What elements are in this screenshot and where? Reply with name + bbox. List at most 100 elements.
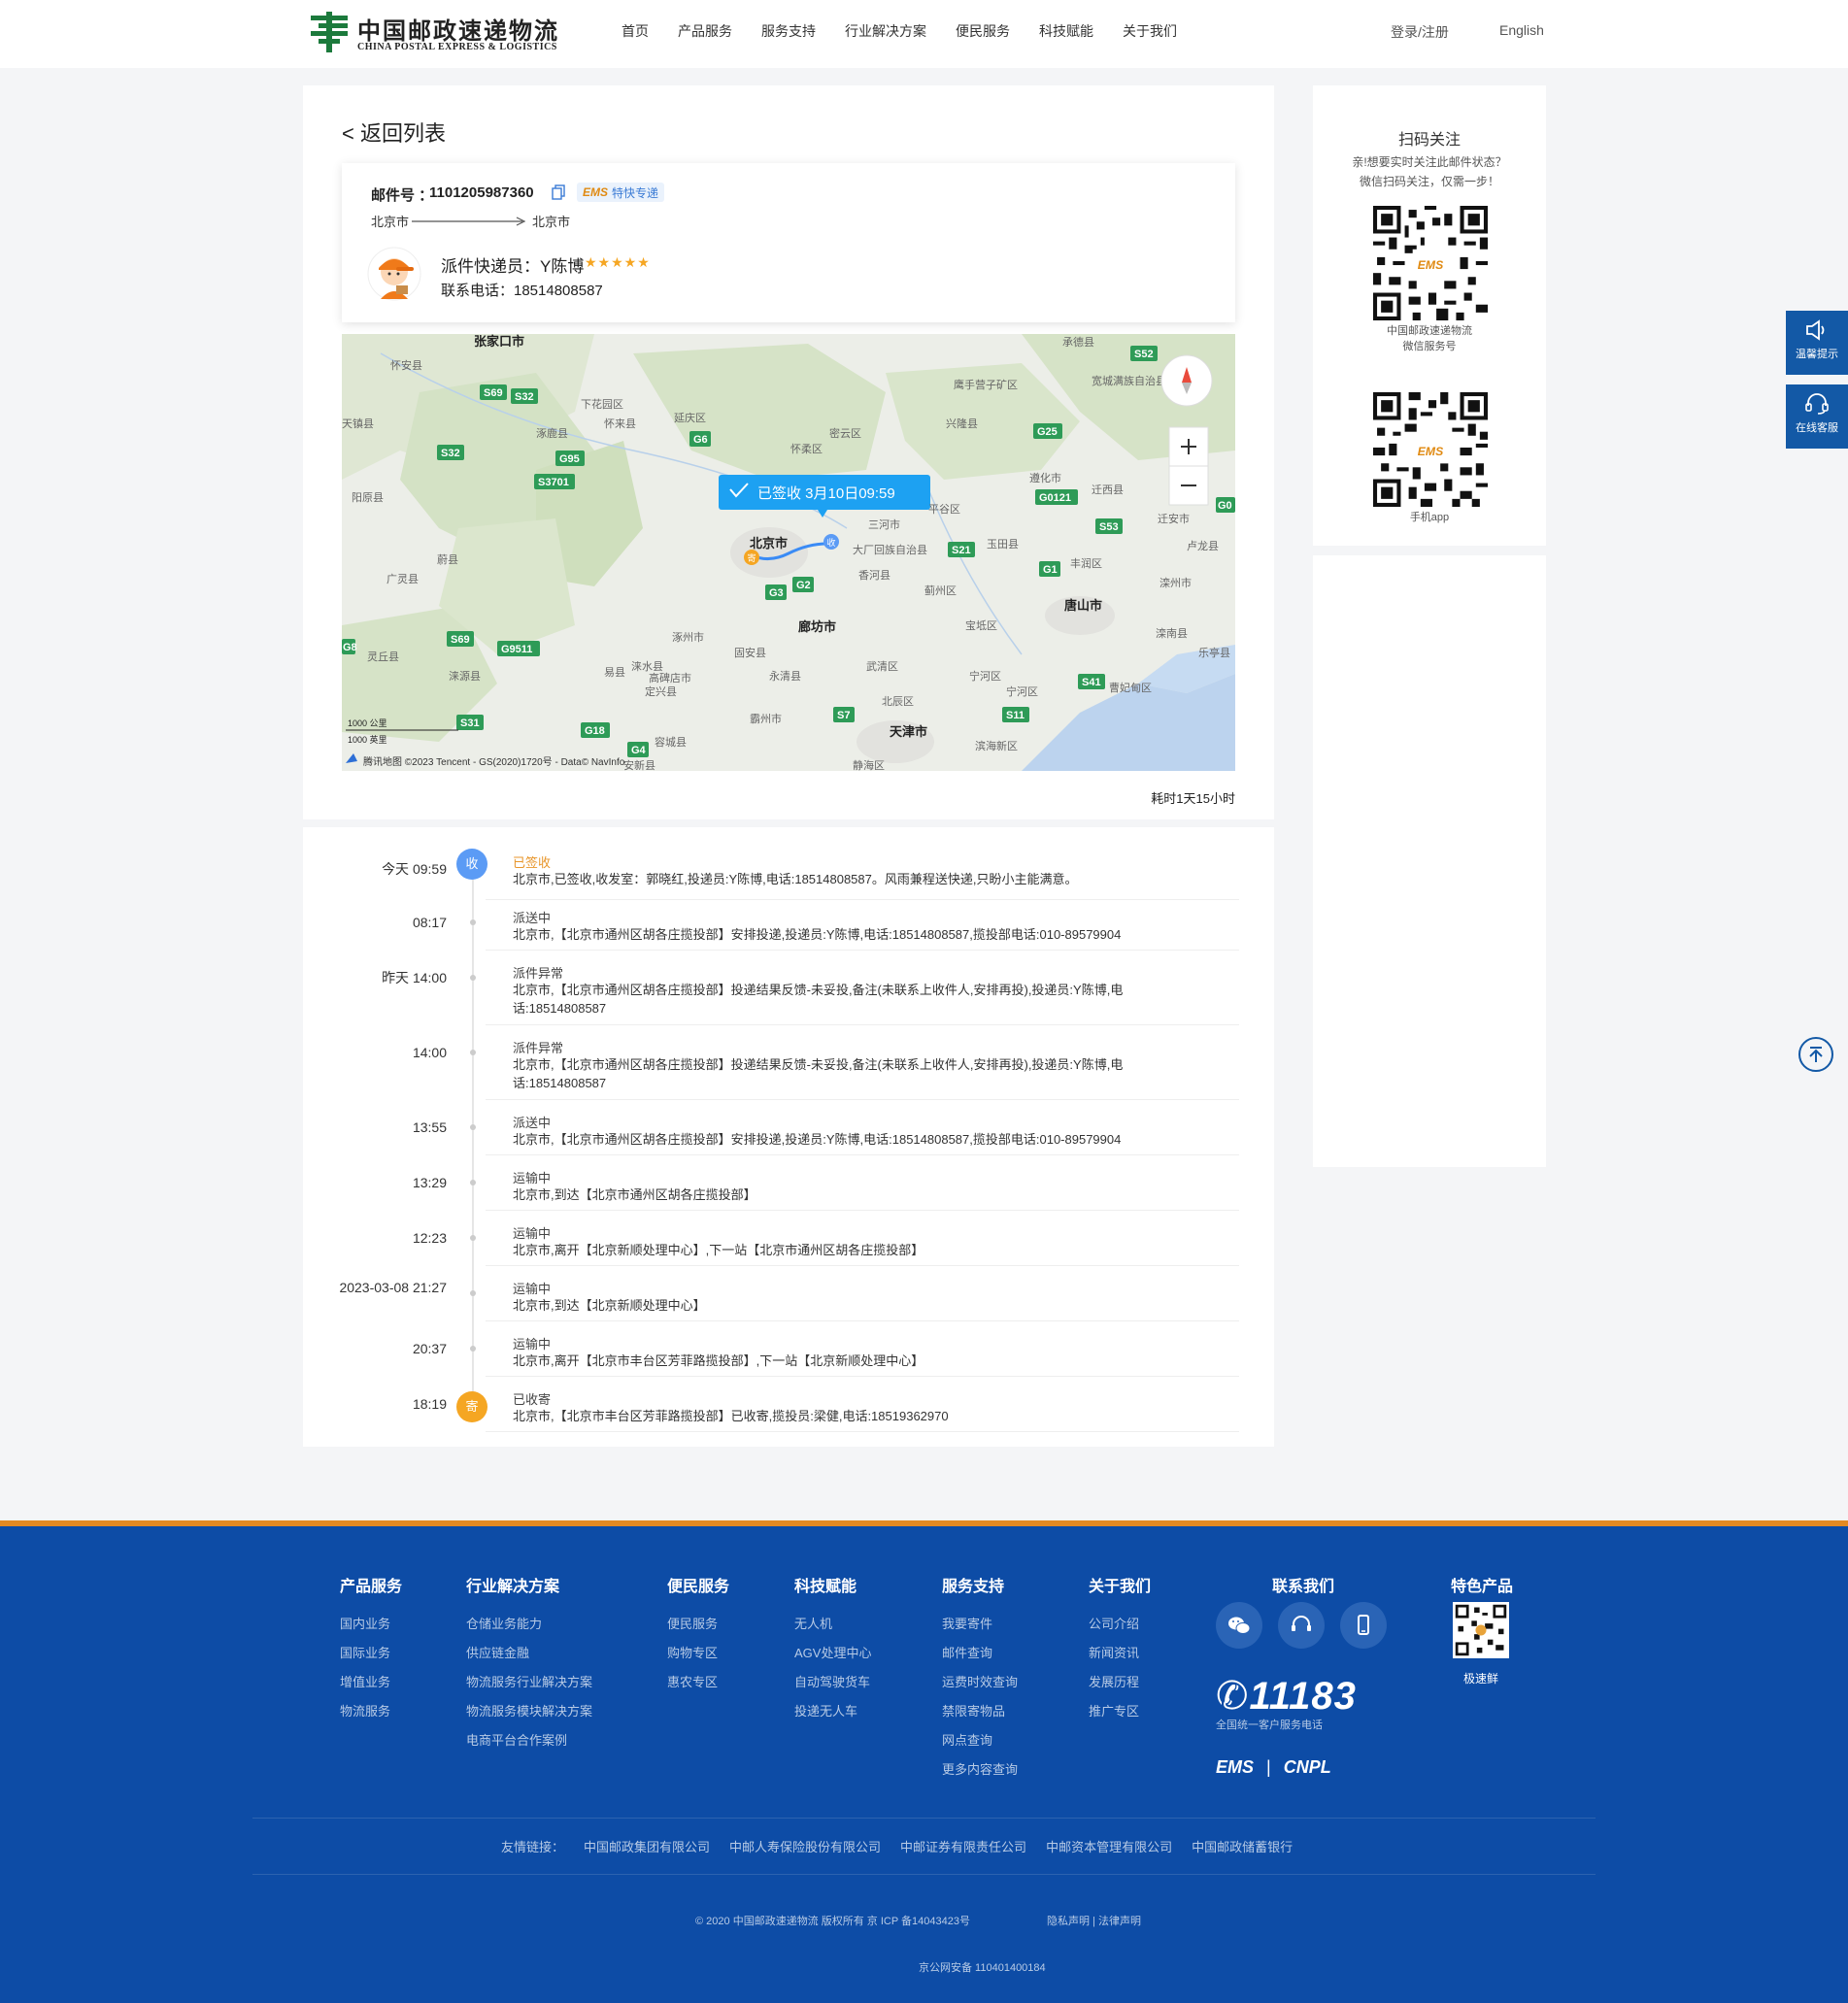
friend-link[interactable]: 中邮资本管理有限公司 [1046, 1837, 1172, 1855]
map-district-label: 密云区 [829, 426, 861, 440]
footer-link[interactable]: 电商平台合作案例 [466, 1726, 592, 1755]
tips-label: 温馨提示 [1796, 349, 1838, 360]
online-service-label: 在线客服 [1796, 422, 1838, 434]
svg-text:G18: G18 [585, 725, 605, 737]
friend-links-label: 友情链接： [501, 1840, 565, 1854]
footer-link[interactable]: 邮件查询 [942, 1639, 1018, 1668]
footer-link[interactable]: 国际业务 [340, 1639, 402, 1668]
back-to-top-button[interactable] [1798, 1037, 1833, 1072]
map-district-label: 高碑店市 [649, 671, 691, 684]
footer-link[interactable]: 运费时效查询 [942, 1668, 1018, 1697]
map-canvas[interactable]: 寄 收 已签收 3月10日09:59 张家口市 北京市 廊坊市 唐山市 天津市 … [342, 334, 1235, 771]
map-district-label: 大厂回族自治县 [853, 543, 927, 556]
footer-link[interactable]: 公司介绍 [1089, 1610, 1151, 1639]
footer-link[interactable]: AGV处理中心 [794, 1639, 871, 1668]
svg-text:G3: G3 [769, 587, 784, 599]
footer-link[interactable]: 仓储业务能力 [466, 1610, 592, 1639]
highway-badge: G2 [792, 577, 814, 592]
tips-button[interactable]: 温馨提示 [1786, 311, 1848, 375]
route-map[interactable]: 寄 收 已签收 3月10日09:59 张家口市 北京市 廊坊市 唐山市 天津市 … [342, 334, 1235, 771]
footer-link[interactable]: 物流服务行业解决方案 [466, 1668, 592, 1697]
footer-link[interactable]: 无人机 [794, 1610, 871, 1639]
map-city-label: 北京市 [750, 536, 788, 551]
back-to-list-link[interactable]: < 返回列表 [342, 117, 446, 148]
highway-badge: G4 [627, 742, 649, 757]
footer-col-title: 行业解决方案 [466, 1579, 560, 1595]
footer-link[interactable]: 发展历程 [1089, 1668, 1151, 1697]
mail-info-panel: 邮件号 ： 1101205987360 EMS 特快专递 北京市 北京市 派件快… [342, 163, 1235, 322]
timeline-dot [470, 919, 476, 925]
highway-badge: G3 [765, 584, 787, 600]
mobile-button[interactable] [1340, 1602, 1387, 1649]
hotline-button[interactable] [1278, 1602, 1325, 1649]
footer-link[interactable]: 便民服务 [667, 1610, 729, 1639]
footer-link[interactable]: 国内业务 [340, 1610, 402, 1639]
footer-link[interactable]: 网点查询 [942, 1726, 1018, 1755]
footer-link[interactable]: 我要寄件 [942, 1610, 1018, 1639]
map-district-label: 宝坻区 [965, 618, 997, 632]
footer-link[interactable]: 供应链金融 [466, 1639, 592, 1668]
from-city: 北京市 [371, 215, 410, 229]
svg-text:G6: G6 [693, 434, 708, 446]
brand-divider: | [1266, 1757, 1271, 1777]
timeline-detail: 北京市,【北京市丰台区芳菲路揽投部】已收寄,揽投员:梁健,电话:18519362… [513, 1409, 949, 1423]
footer-link[interactable]: 惠农专区 [667, 1668, 729, 1697]
footer-link[interactable]: 物流服务 [340, 1697, 402, 1726]
map-district-label: 固安县 [734, 646, 766, 659]
zoom-control[interactable] [1168, 426, 1209, 506]
footer-link[interactable]: 物流服务模块解决方案 [466, 1697, 592, 1726]
scan-subtitle-1: 亲!想要实时关注此邮件状态？ [1352, 155, 1507, 169]
nav-home[interactable]: 首页 [622, 21, 649, 41]
nav-support[interactable]: 服务支持 [761, 21, 816, 41]
map-district-label: 怀柔区 [790, 443, 823, 455]
nav-products[interactable]: 产品服务 [678, 21, 732, 41]
highway-badge: S52 [1130, 346, 1158, 361]
duration-text: 耗时1天15小时 [1151, 791, 1235, 806]
courier-name: 派件快递员：Y陈博 [441, 257, 585, 276]
friend-link[interactable]: 中邮证券有限责任公司 [900, 1837, 1026, 1855]
timeline-dot [470, 1290, 476, 1296]
timeline-time: 14:00 [412, 1045, 447, 1060]
footer-link[interactable]: 购物专区 [667, 1639, 729, 1668]
footer-link[interactable]: 投递无人车 [794, 1697, 871, 1726]
footer-link[interactable]: 禁限寄物品 [942, 1697, 1018, 1726]
nav-convenience[interactable]: 便民服务 [956, 21, 1010, 41]
svg-text:G2: G2 [796, 580, 811, 591]
map-district-label: 容城县 [655, 735, 687, 749]
posted-badge: 寄 [456, 1391, 487, 1422]
login-link[interactable]: 登录/注册 [1391, 22, 1449, 42]
friend-link[interactable]: 中国邮政集团有限公司 [584, 1837, 710, 1855]
language-link[interactable]: English [1499, 22, 1544, 38]
footer-col-tech: 科技赋能 无人机 AGV处理中心 自动驾驶货车 投递无人车 [794, 1573, 871, 1726]
svg-text:腾讯地图 ©2023 Tencent - GS(2020)1: 腾讯地图 ©2023 Tencent - GS(2020)1720号 - Dat… [363, 755, 625, 768]
copy-icon[interactable] [552, 184, 565, 200]
feature-qr-code [1453, 1602, 1509, 1658]
logo[interactable]: 中国邮政速递物流 CHINA POSTAL EXPRESS & LOGISTIC… [307, 10, 559, 56]
map-district-label: 兴隆县 [946, 417, 978, 430]
wechat-button[interactable] [1216, 1602, 1262, 1649]
compass-control[interactable] [1160, 354, 1213, 407]
footer-link[interactable]: 更多内容查询 [942, 1755, 1018, 1785]
nav-solutions[interactable]: 行业解决方案 [845, 21, 926, 41]
footer-col-title: 科技赋能 [794, 1579, 857, 1595]
map-district-label: 宁河区 [969, 669, 1001, 683]
highway-badge: S41 [1078, 674, 1105, 689]
headset-icon [1292, 1616, 1311, 1631]
friend-link[interactable]: 中邮人寿保险股份有限公司 [729, 1837, 881, 1855]
online-service-button[interactable]: 在线客服 [1786, 384, 1848, 449]
legal-links[interactable]: 隐私声明 | 法律声明 [1047, 1913, 1141, 1928]
main-nav: 首页 产品服务 服务支持 行业解决方案 便民服务 科技赋能 关于我们 [622, 21, 1206, 41]
footer-link[interactable]: 推广专区 [1089, 1697, 1151, 1726]
footer-link[interactable]: 增值业务 [340, 1668, 402, 1697]
timeline-dot [470, 1180, 476, 1185]
friend-link[interactable]: 中国邮政储蓄银行 [1192, 1837, 1293, 1855]
map-district-label: 滦南县 [1156, 626, 1188, 640]
nav-tech[interactable]: 科技赋能 [1039, 21, 1093, 41]
nav-about[interactable]: 关于我们 [1123, 21, 1177, 41]
footer-link[interactable]: 新闻资讯 [1089, 1639, 1151, 1668]
highway-badge: G6 [689, 431, 711, 447]
map-district-label: 武清区 [866, 660, 898, 673]
public-security-record: 京公网安备 110401400184 [919, 1962, 1046, 1974]
footer-link[interactable]: 自动驾驶货车 [794, 1668, 871, 1697]
mail-number-label: 邮件号 ： [371, 187, 434, 204]
